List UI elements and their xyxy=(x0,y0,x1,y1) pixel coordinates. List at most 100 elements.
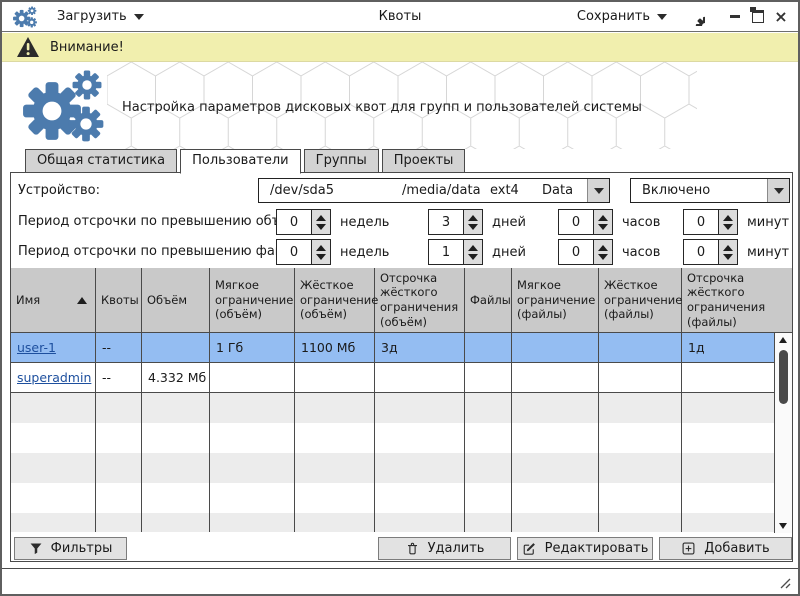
close-button[interactable]: × xyxy=(774,10,788,24)
column-header-hard-limit-volume[interactable]: Жёсткое ограничение (объём) xyxy=(295,268,375,332)
load-menu-label: Загрузить xyxy=(57,9,127,24)
app-description: Настройка параметров дисковых квот для г… xyxy=(122,100,642,115)
minimize-button[interactable] xyxy=(728,10,742,24)
minutes-value[interactable]: 0 xyxy=(683,209,718,235)
minutes-unit: минут xyxy=(747,245,789,260)
tab-bar: Общая статистика Пользователи Группы Про… xyxy=(25,149,465,173)
spinner-arrows[interactable] xyxy=(311,239,331,265)
minutes-value[interactable]: 0 xyxy=(683,239,718,265)
column-header-hard-limit-files[interactable]: Жёсткое ограничение (файлы) xyxy=(599,268,682,332)
scrollbar-thumb[interactable] xyxy=(779,350,788,404)
table-body: user-1 -- 1 Гб 1100 Мб 3д 1д superadmin … xyxy=(11,333,792,532)
hours-value[interactable]: 0 xyxy=(558,239,593,265)
table-row-user-1[interactable]: user-1 -- 1 Гб 1100 Мб 3д 1д xyxy=(11,333,792,363)
column-header-grace-volume[interactable]: Отсрочка жёсткого ограничения (объём) xyxy=(375,268,465,332)
save-menu-button[interactable]: Сохранить xyxy=(577,9,667,24)
add-label: Добавить xyxy=(704,541,769,556)
cell-volume xyxy=(142,333,210,362)
cell-hard-volume xyxy=(295,363,375,392)
spinner-arrows[interactable] xyxy=(593,239,613,265)
weeks-value[interactable]: 0 xyxy=(276,239,311,265)
column-header-name[interactable]: Имя xyxy=(11,268,96,332)
cell-soft-files xyxy=(512,333,599,362)
device-select[interactable]: /dev/sda5 /media/data ext4 Data xyxy=(258,178,610,203)
application-window: Загрузить Квоты Сохранить × Внимание! xyxy=(0,0,800,596)
maximize-icon xyxy=(752,10,764,23)
cell-soft-volume: 1 Гб xyxy=(210,333,295,362)
add-plus-icon xyxy=(681,541,696,556)
resize-grip-icon[interactable] xyxy=(777,575,791,589)
tab-groups[interactable]: Группы xyxy=(304,149,379,173)
filter-funnel-icon xyxy=(29,542,43,556)
column-header-quotas[interactable]: Квоты xyxy=(96,268,142,332)
maximize-button[interactable] xyxy=(751,10,765,24)
chevron-down-icon xyxy=(657,14,667,20)
weeks-unit: недель xyxy=(340,245,389,260)
cell-hard-files xyxy=(599,363,682,392)
tab-general-statistics[interactable]: Общая статистика xyxy=(25,149,177,173)
cell-grace-volume: 3д xyxy=(375,333,465,362)
days-value[interactable]: 1 xyxy=(428,239,463,265)
grace-files-weeks-spinner: 0 недель xyxy=(276,239,389,265)
trash-icon xyxy=(405,541,420,556)
quota-status-select[interactable]: Включено xyxy=(630,178,790,203)
warning-banner: Внимание! xyxy=(2,33,798,62)
tab-users[interactable]: Пользователи xyxy=(180,149,301,174)
tab-projects[interactable]: Проекты xyxy=(382,149,466,173)
scroll-up-icon[interactable] xyxy=(779,337,787,343)
user-link[interactable]: user-1 xyxy=(17,340,56,355)
spinner-arrows[interactable] xyxy=(463,239,483,265)
table-header-row: Имя Квоты Объём Мягкое ограничение (объё… xyxy=(11,268,792,333)
delete-label: Удалить xyxy=(428,541,485,556)
table-row-superadmin[interactable]: superadmin -- 4.332 Мб xyxy=(11,363,792,393)
chevron-down-icon xyxy=(134,14,144,20)
hours-value[interactable]: 0 xyxy=(558,209,593,235)
hours-unit: часов xyxy=(622,215,660,230)
title-bar: Загрузить Квоты Сохранить × xyxy=(2,2,798,32)
grace-volume-hours-spinner: 0 часов xyxy=(558,209,660,235)
header-zone: Настройка параметров дисковых квот для г… xyxy=(2,62,798,149)
spinner-arrows[interactable] xyxy=(463,209,483,235)
column-header-grace-files[interactable]: Отсрочка жёсткого ограничения (файлы) xyxy=(682,268,774,332)
spinner-arrows[interactable] xyxy=(311,209,331,235)
close-icon: × xyxy=(774,10,787,24)
column-header-files[interactable]: Файлы xyxy=(465,268,512,332)
scroll-down-icon[interactable] xyxy=(779,523,787,529)
filters-label: Фильтры xyxy=(51,541,113,556)
weeks-value[interactable]: 0 xyxy=(276,209,311,235)
quota-table: Имя Квоты Объём Мягкое ограничение (объё… xyxy=(11,268,792,533)
cell-quotas: -- xyxy=(96,363,142,392)
chevron-down-icon[interactable] xyxy=(767,179,789,202)
column-header-soft-limit-files[interactable]: Мягкое ограничение (файлы) xyxy=(512,268,599,332)
spinner-arrows[interactable] xyxy=(718,239,738,265)
grace-volume-minutes-spinner: 0 минут xyxy=(683,209,789,235)
chevron-down-icon[interactable] xyxy=(587,179,609,202)
weeks-unit: недель xyxy=(340,215,389,230)
spinner-arrows[interactable] xyxy=(593,209,613,235)
days-unit: дней xyxy=(492,215,526,230)
filters-button[interactable]: Фильтры xyxy=(14,537,127,560)
grace-files-label: Период отсрочки по превышению файлов: xyxy=(18,244,312,259)
cell-volume: 4.332 Мб xyxy=(142,363,210,392)
empty-row xyxy=(11,423,792,453)
quota-status-value: Включено xyxy=(642,183,710,198)
column-header-volume[interactable]: Объём xyxy=(142,268,210,332)
user-link[interactable]: superadmin xyxy=(17,370,91,385)
cell-files xyxy=(465,333,512,362)
minutes-unit: минут xyxy=(747,215,789,230)
grace-files-minutes-spinner: 0 минут xyxy=(683,239,789,265)
quota-gears-logo xyxy=(20,69,110,143)
vertical-scrollbar[interactable] xyxy=(774,333,792,533)
warning-text: Внимание! xyxy=(50,40,124,55)
grace-volume-weeks-spinner: 0 недель xyxy=(276,209,389,235)
delete-button[interactable]: Удалить xyxy=(378,537,511,560)
days-value[interactable]: 3 xyxy=(428,209,463,235)
hours-unit: часов xyxy=(622,245,660,260)
settings-gear-icon[interactable] xyxy=(686,7,705,26)
edit-button[interactable]: Редактировать xyxy=(517,537,653,560)
spinner-arrows[interactable] xyxy=(718,209,738,235)
minimize-icon xyxy=(730,15,740,18)
load-menu-button[interactable]: Загрузить xyxy=(57,9,144,24)
column-header-soft-limit-volume[interactable]: Мягкое ограничение (объём) xyxy=(210,268,295,332)
add-button[interactable]: Добавить xyxy=(659,537,792,560)
